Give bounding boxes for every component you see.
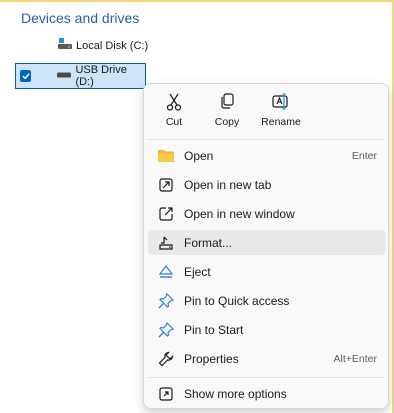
- new-tab-icon: [156, 176, 176, 194]
- rename-icon: [272, 93, 290, 113]
- drive-local-disk[interactable]: Local Disk (C:): [58, 38, 148, 53]
- scissors-icon: [166, 93, 182, 113]
- context-menu: Cut Copy Rename Open Enter Open in new t…: [143, 83, 389, 409]
- new-window-icon: [156, 205, 176, 223]
- menu-item-open[interactable]: Open Enter: [148, 143, 386, 168]
- folder-icon: [156, 147, 176, 165]
- cut-button[interactable]: Cut: [149, 90, 199, 134]
- menu-item-open-new-window[interactable]: Open in new window: [148, 201, 386, 226]
- section-title: Devices and drives: [21, 10, 140, 26]
- menu-item-pin-quick-access[interactable]: Pin to Quick access: [148, 288, 386, 313]
- more-options-icon: [156, 385, 176, 403]
- menu-item-eject[interactable]: Eject: [148, 259, 386, 284]
- drive-usb[interactable]: USB Drive (D:): [15, 63, 146, 89]
- menu-item-open-new-tab[interactable]: Open in new tab: [148, 172, 386, 197]
- pin-icon: [156, 321, 176, 339]
- selection-checkbox[interactable]: [20, 70, 32, 82]
- format-drive-icon: [156, 234, 176, 252]
- copy-button[interactable]: Copy: [202, 90, 252, 134]
- menu-item-properties[interactable]: Properties Alt+Enter: [148, 346, 386, 371]
- copy-label: Copy: [214, 116, 240, 128]
- quick-actions-row: Cut Copy Rename: [144, 90, 388, 134]
- pin-icon: [156, 292, 176, 310]
- copy-icon: [219, 93, 235, 113]
- eject-icon: [156, 263, 176, 281]
- menu-item-format[interactable]: Format...: [148, 230, 386, 255]
- usb-drive-icon: [57, 70, 72, 82]
- window-edge-top: [0, 0, 394, 2]
- rename-button[interactable]: Rename: [256, 90, 306, 134]
- menu-item-pin-start[interactable]: Pin to Start: [148, 317, 386, 342]
- menu-separator: [148, 139, 384, 140]
- drive-label: Local Disk (C:): [76, 39, 149, 52]
- menu-separator: [148, 377, 384, 378]
- wrench-icon: [156, 350, 176, 368]
- drive-label: USB Drive (D:): [75, 64, 127, 88]
- local-disk-icon: [58, 38, 72, 53]
- menu-item-show-more-options[interactable]: Show more options: [148, 381, 386, 406]
- rename-label: Rename: [261, 116, 301, 128]
- cut-label: Cut: [165, 116, 183, 128]
